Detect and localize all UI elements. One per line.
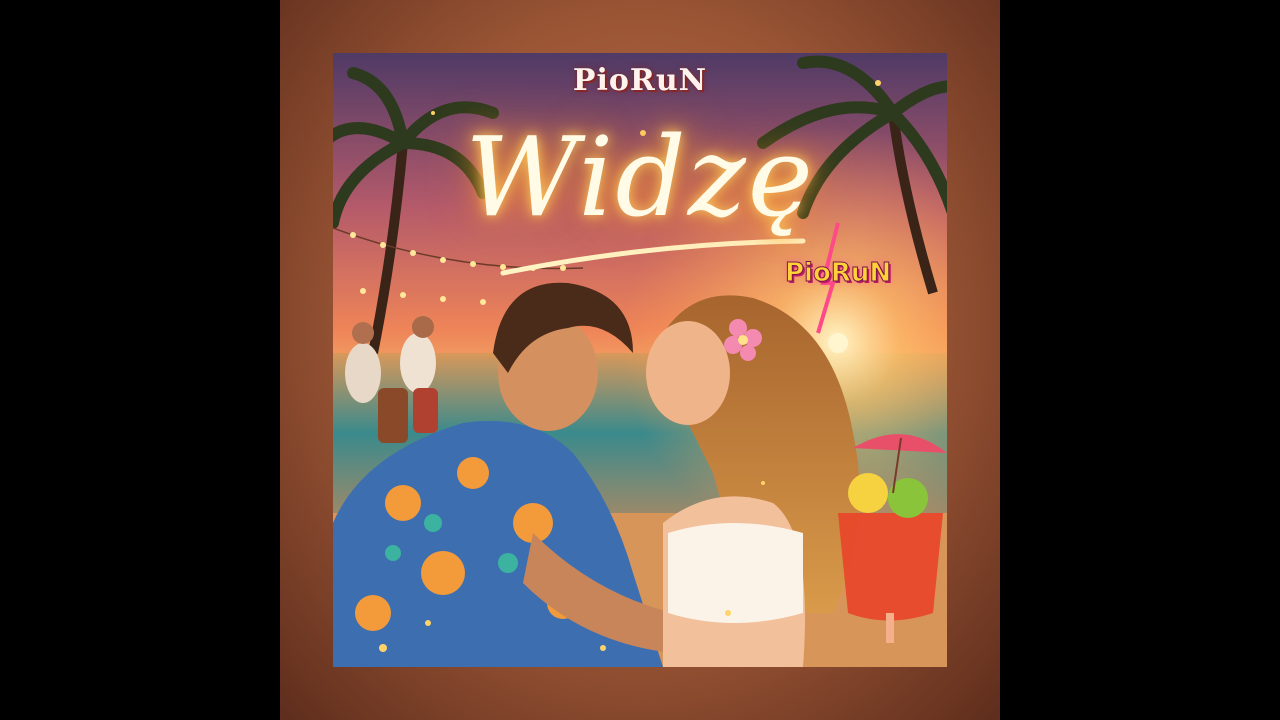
letterbox-right [1000,0,1280,720]
album-title: Widzę [465,113,815,241]
artist-logo-top: PioRuN [572,63,708,98]
album-artwork: PioRuN Widzę PioRuN [333,53,947,667]
letterbox-left [0,0,280,720]
sun [828,333,848,353]
artist-logo-badge: PioRuN [784,258,892,289]
